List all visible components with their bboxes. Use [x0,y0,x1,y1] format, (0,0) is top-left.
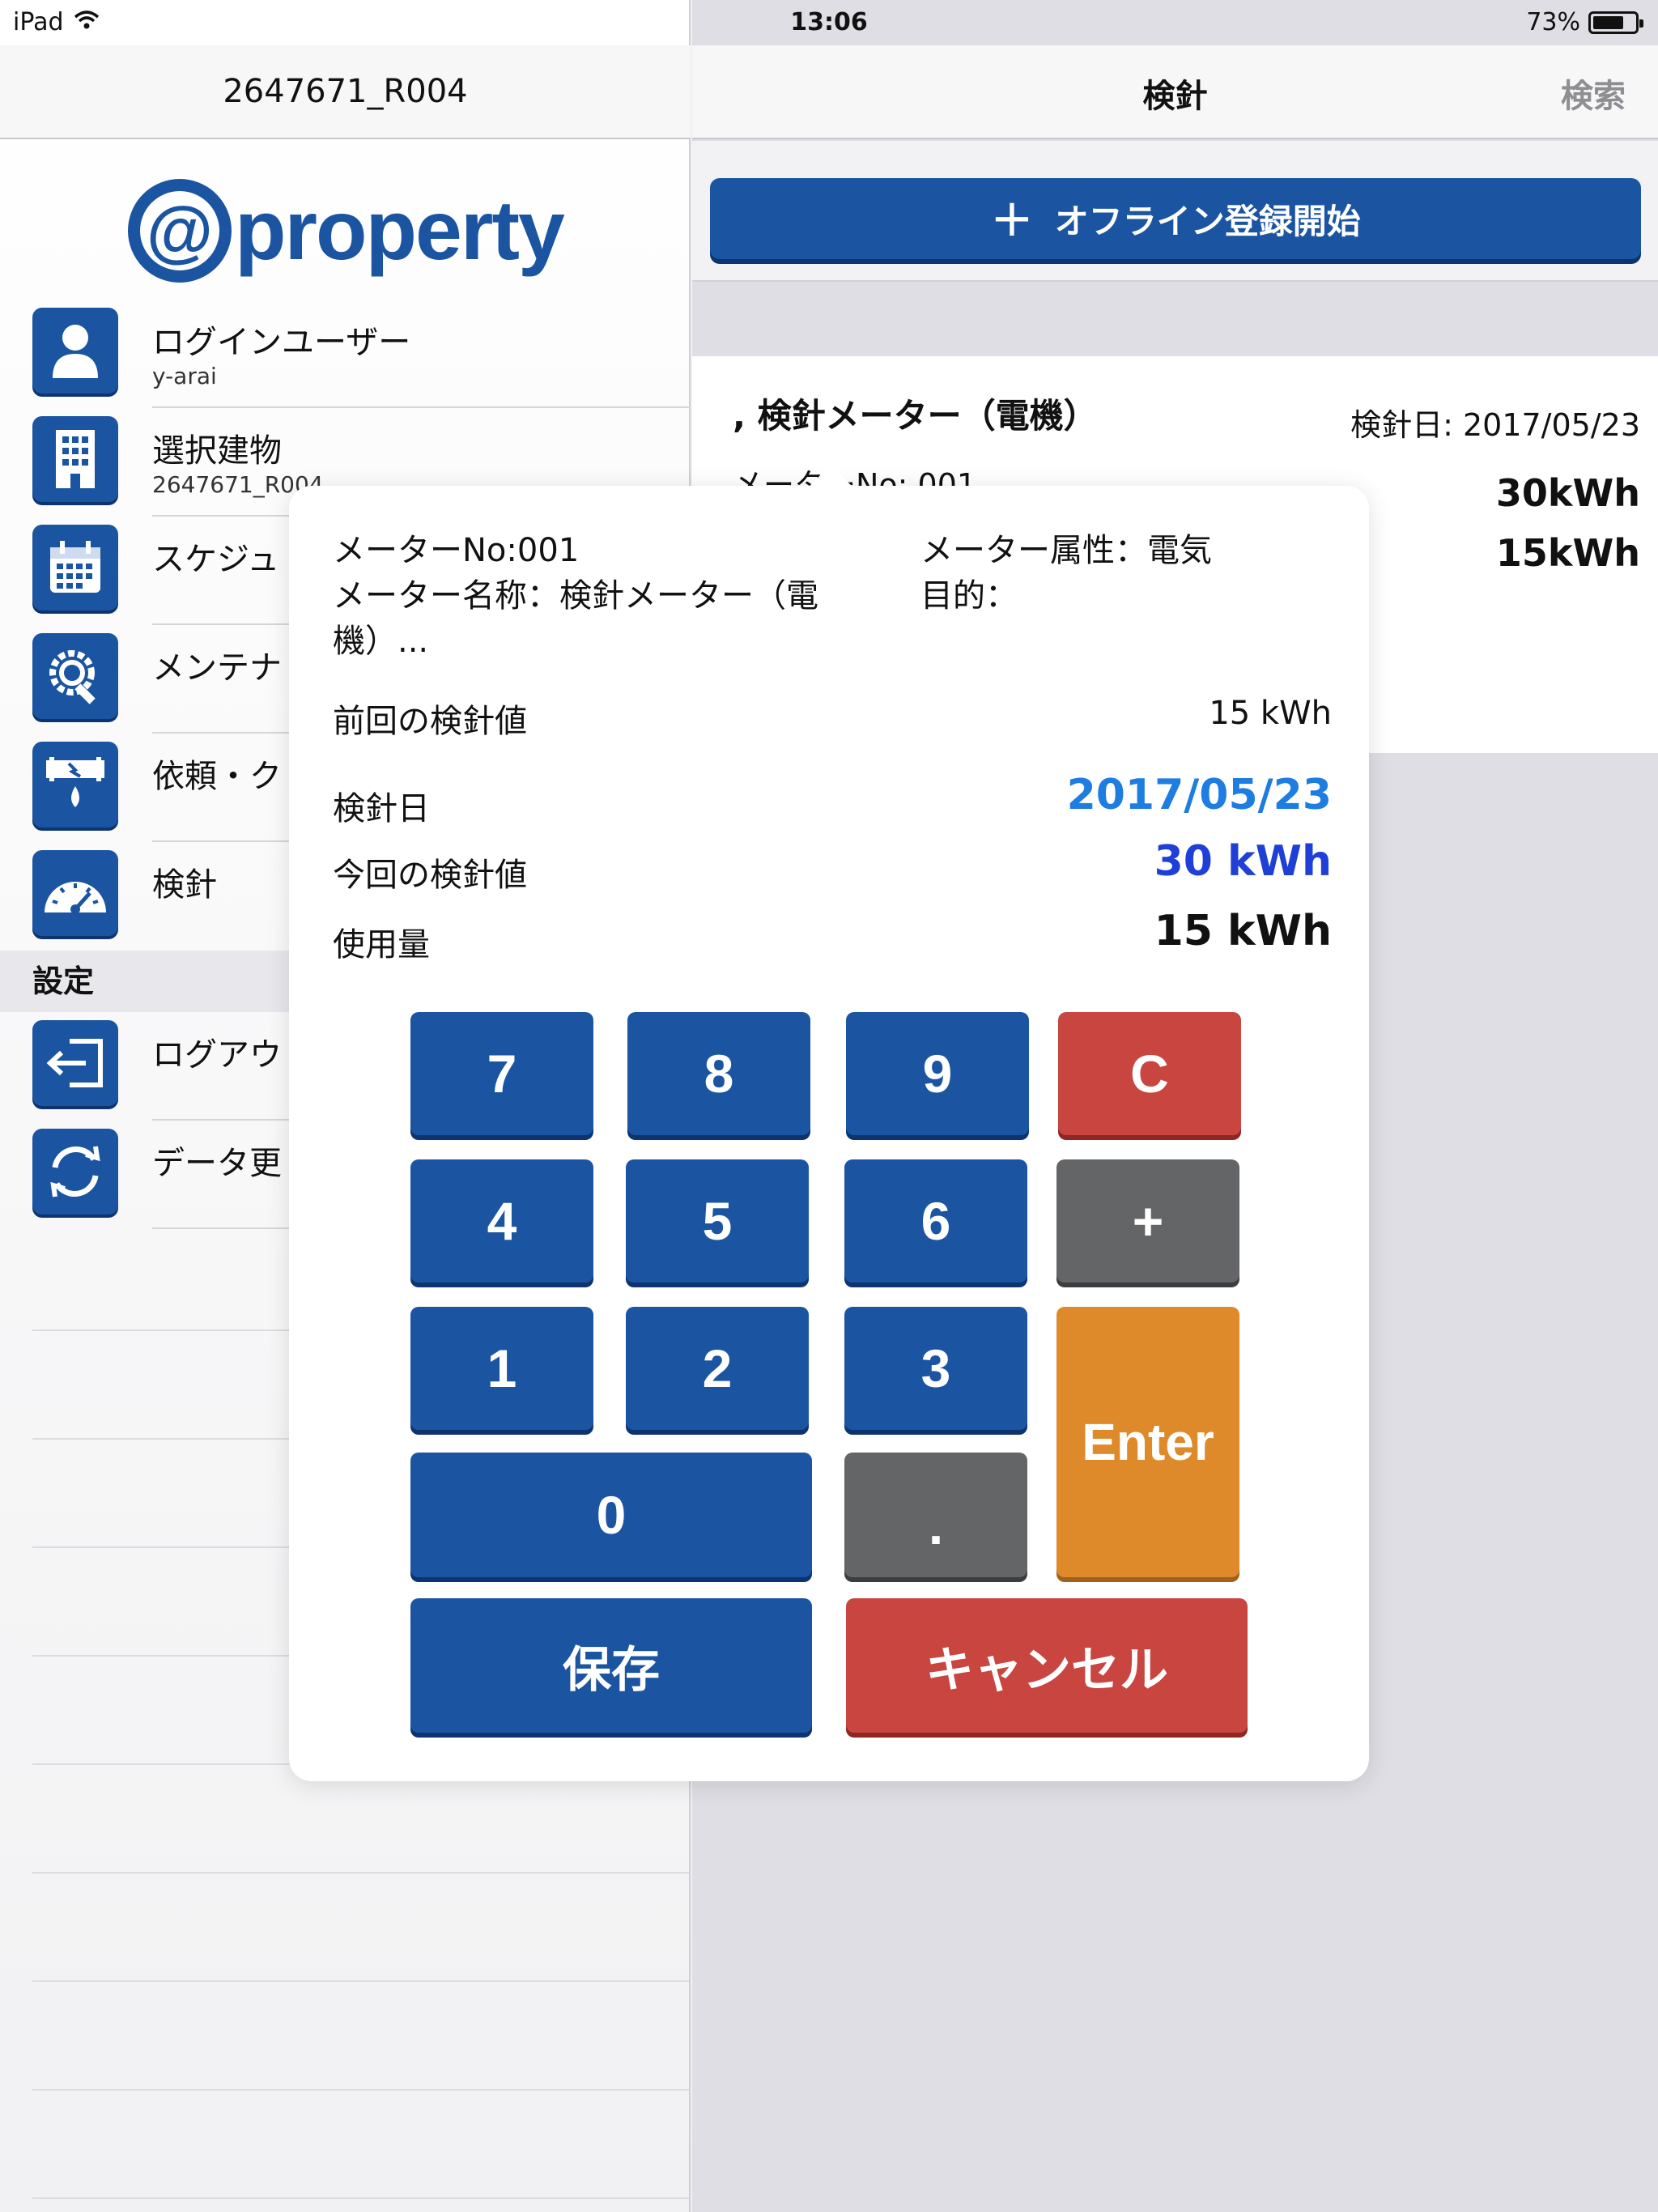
divider [32,2197,689,2199]
decimal-point-button[interactable]: . [844,1453,1027,1577]
battery-percent: 73% [1526,8,1580,36]
key-7-button[interactable]: 7 [410,1012,593,1135]
meter-number: メーターNo:001 [333,532,580,569]
key-0-button[interactable]: 0 [410,1453,812,1577]
key-1-button[interactable]: 1 [410,1307,593,1430]
clear-button[interactable]: C [1058,1012,1241,1135]
sidebar-header: 2647671_R004 [0,45,691,139]
meter-name: メーター名称：検針メーター（電機）... [333,577,818,660]
sidebar-item-label: 検針 [152,866,217,904]
enter-button[interactable]: Enter [1056,1307,1239,1577]
meter-input-popover: メーターNo:001 メーター名称：検針メーター（電機）... メーター属性：電… [289,465,1369,1781]
key-9-button[interactable]: 9 [846,1012,1029,1135]
offline-register-label: オフライン登録開始 [1054,201,1361,241]
meter-card-title: , 検針メーター（電機） [733,396,1098,436]
sidebar-item-sublabel: y-arai [152,363,217,389]
maintenance-gear-icon [32,633,118,719]
sidebar-item-label: 選択建物 [152,432,282,470]
divider [32,2089,689,2091]
nav-bar: 検針 検索 [692,45,1658,139]
key-8-button[interactable]: 8 [627,1012,810,1135]
key-2-button[interactable]: 2 [626,1307,809,1430]
sidebar-item-label: ログアウ [152,1036,282,1074]
previous-reading-value: 15 kWh [1209,695,1332,732]
usage-label: 使用量 [333,926,430,963]
pipe-leak-icon [32,742,118,827]
sidebar-item-label: 依頼・ク [152,758,282,795]
status-time: 13:06 [790,8,868,36]
gauge-icon [32,850,118,936]
key-4-button[interactable]: 4 [410,1159,593,1283]
previous-reading-label: 前回の検針値 [333,703,527,740]
meter-attributes: メーター属性：電気 目的： [920,528,1341,619]
app-logo: @ property [128,170,565,291]
sidebar-item-label: スケジュ [152,541,280,578]
divider [32,1980,689,1982]
sidebar-item-label: メンテナ [152,649,282,687]
plus-button[interactable]: + [1056,1159,1239,1283]
sidebar-header-title: 2647671_R004 [223,73,468,110]
page-title: 検針 [1142,78,1208,115]
meter-card-value-current: 30kWh [1495,471,1640,515]
key-3-button[interactable]: 3 [844,1307,1027,1430]
sidebar-item-label: データ更 [152,1145,282,1182]
meter-attribute: メーター属性：電気 [920,532,1212,569]
battery-fill [1593,15,1623,29]
key-5-button[interactable]: 5 [626,1159,809,1283]
current-reading-value[interactable]: 30 kWh [1154,837,1332,886]
logout-icon [32,1020,118,1106]
divider [32,1872,689,1874]
meter-purpose: 目的： [920,577,1018,615]
user-icon [32,308,118,393]
current-reading-label: 今回の検針値 [333,857,527,894]
meter-info: メーターNo:001 メーター名称：検針メーター（電機）... [333,528,883,664]
search-button[interactable]: 検索 [1561,70,1626,117]
meter-card-date: 検針日: 2017/05/23 [1350,407,1640,443]
logo-word: property [235,183,565,278]
cancel-button[interactable]: キャンセル [846,1598,1248,1733]
reading-date-label: 検針日 [333,790,430,827]
refresh-icon [32,1129,118,1214]
offline-toolbar: + オフライン登録開始 [692,141,1658,282]
battery-icon [1588,11,1643,34]
calendar-icon [32,525,118,610]
sidebar-item-label: ログインユーザー [152,324,411,361]
sidebar-item-login-user[interactable]: ログインユーザー y-arai [0,300,691,408]
key-6-button[interactable]: 6 [844,1159,1027,1283]
plus-icon: + [990,189,1034,249]
offline-register-button[interactable]: + オフライン登録開始 [710,178,1641,259]
meter-card-value-usage: 15kWh [1495,531,1640,575]
usage-value: 15 kWh [1154,907,1332,955]
reading-date-value[interactable]: 2017/05/23 [1067,771,1332,819]
building-icon [32,416,118,502]
logo-at-mark: @ [128,179,232,283]
status-bar: iPad 13:06 73% [0,0,1658,45]
save-button[interactable]: 保存 [410,1598,812,1733]
